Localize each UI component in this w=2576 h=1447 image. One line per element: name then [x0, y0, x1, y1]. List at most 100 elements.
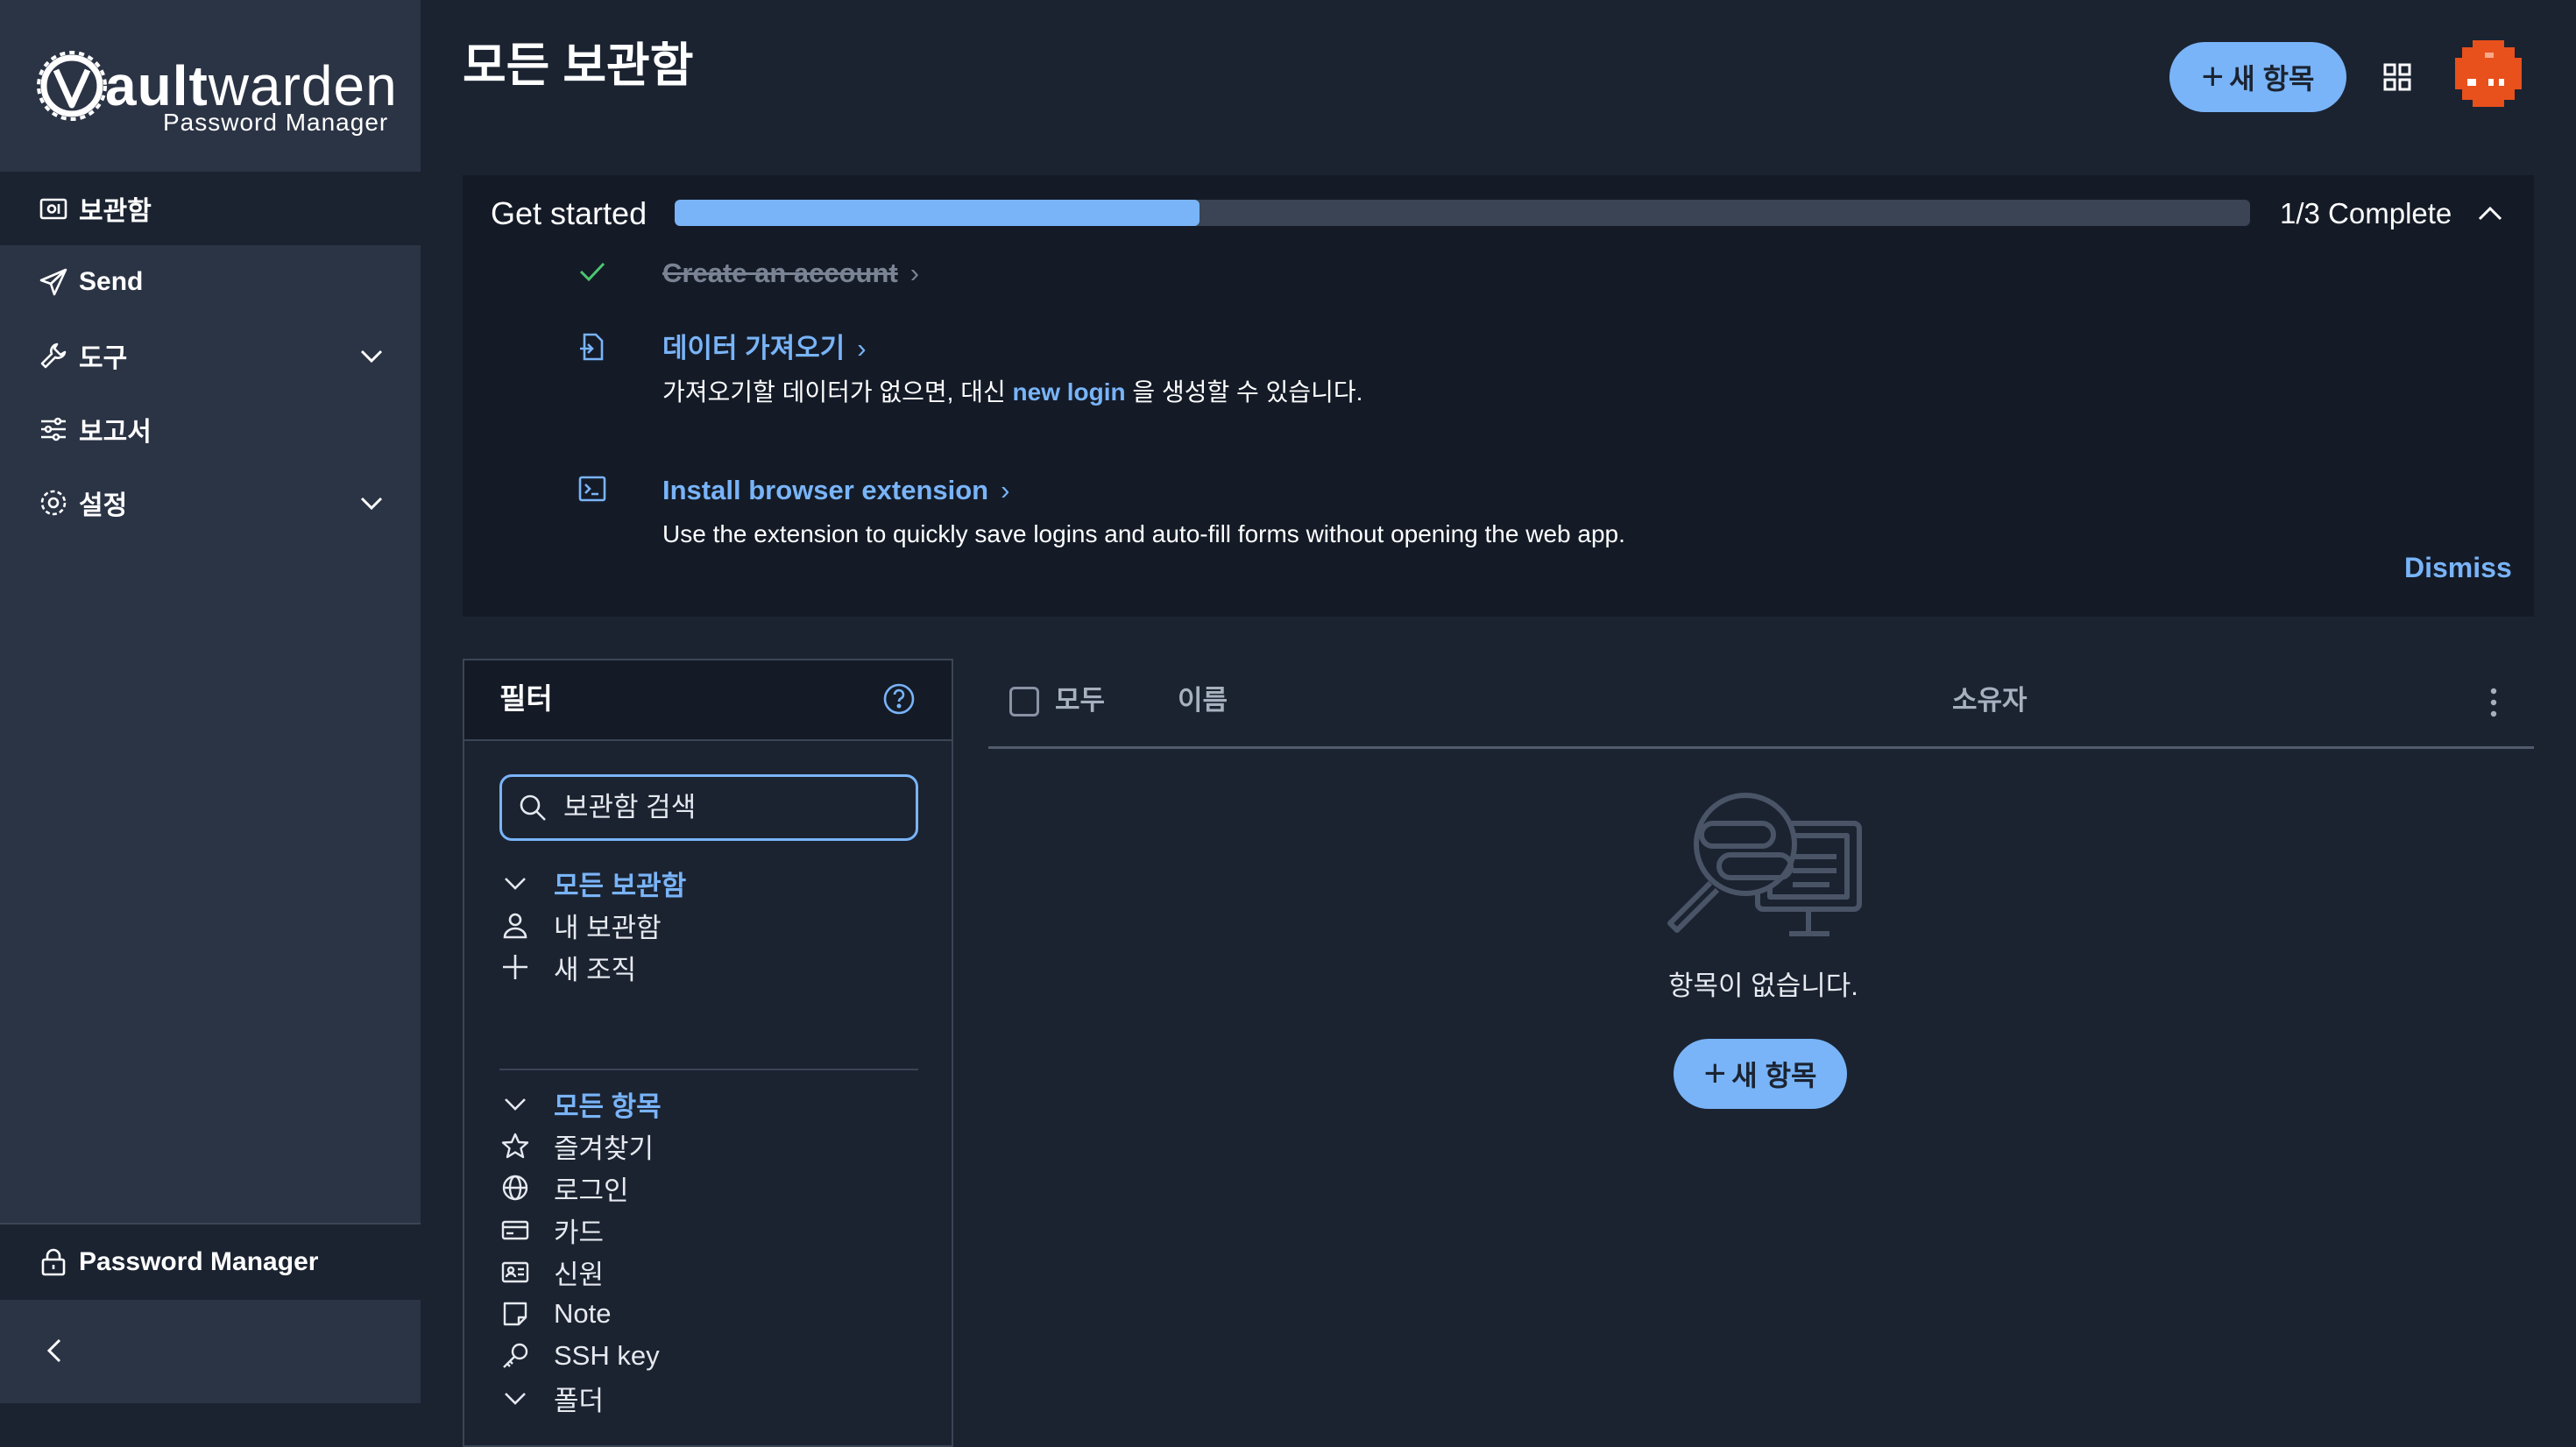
sidebar-item-label: 보관함 — [79, 197, 152, 226]
search-icon — [520, 794, 546, 821]
chevron-down-icon[interactable] — [499, 1382, 531, 1414]
wrench-icon — [39, 341, 68, 371]
get-started-title: Get started — [491, 195, 648, 231]
check-icon — [579, 262, 605, 282]
divider — [499, 1069, 918, 1070]
empty-search-illustration — [1667, 793, 1862, 936]
sidebar-item-label: Send — [79, 267, 144, 296]
logo-subtitle: Password Manager — [163, 109, 389, 136]
filter-note[interactable]: Note — [499, 1293, 920, 1335]
filter-label: 폴더 — [554, 1385, 605, 1416]
search-input[interactable] — [562, 791, 898, 824]
column-header-name[interactable]: 이름 — [1178, 683, 1228, 718]
sidebar-item-settings[interactable]: 설정 — [0, 466, 421, 540]
get-started-progress-bar — [675, 200, 2250, 226]
avatar[interactable] — [2453, 35, 2523, 112]
task-description: Use the extension to quickly save logins… — [662, 520, 1625, 547]
key-icon — [499, 1340, 531, 1372]
select-all-label[interactable]: 모두 — [1055, 683, 1105, 718]
help-icon[interactable] — [881, 681, 916, 716]
type-filter-list: 모든 항목 즐겨찾기 로그인 카드 신원 Note SSH key 폴더 — [499, 1083, 920, 1419]
filter-ssh-key[interactable]: SSH key — [499, 1335, 920, 1377]
product-switcher-password-manager[interactable]: Password Manager — [0, 1223, 421, 1300]
credit-card-icon — [499, 1214, 531, 1246]
filter-header: 필터 — [464, 660, 952, 741]
chevron-up-icon[interactable] — [2474, 198, 2506, 229]
new-login-link[interactable]: new login — [1013, 378, 1126, 406]
filter-login[interactable]: 로그인 — [499, 1167, 920, 1209]
filter-all-vaults[interactable]: 모든 보관함 — [499, 862, 920, 904]
plus-icon — [499, 951, 531, 983]
star-icon — [499, 1130, 531, 1161]
filter-label: 즐겨찾기 — [554, 1133, 655, 1164]
vault-search[interactable] — [499, 774, 918, 841]
sidebar-nav: 보관함 Send 도구 보고서 설정 — [0, 172, 421, 540]
table-header: 모두 이름 소유자 — [988, 662, 2534, 749]
more-options-icon[interactable] — [2485, 685, 2502, 720]
select-all-checkbox[interactable] — [1009, 687, 1039, 716]
filter-title: 필터 — [499, 682, 553, 715]
vault-icon — [39, 194, 68, 223]
filter-label: Note — [554, 1298, 612, 1329]
sidebar-item-vault[interactable]: 보관함 — [0, 172, 421, 245]
filter-label: 모든 보관함 — [554, 870, 687, 901]
logo-gear-icon — [37, 51, 107, 121]
chevron-down-icon[interactable] — [357, 342, 386, 370]
plus-icon: + — [1703, 1052, 1727, 1095]
file-import-icon — [580, 333, 604, 361]
progress-fill — [675, 200, 1200, 226]
import-data-link[interactable]: 데이터 가져오기 › — [662, 331, 867, 366]
filter-card[interactable]: 카드 — [499, 1209, 920, 1251]
sidebar-item-label: 설정 — [79, 491, 128, 520]
filter-label: 모든 항목 — [554, 1091, 662, 1122]
note-icon — [499, 1298, 531, 1330]
chevron-down-icon[interactable] — [357, 489, 386, 517]
empty-state-text: 항목이 없습니다. — [1668, 971, 1858, 1001]
filter-label: 새 조직 — [554, 954, 637, 985]
vault-filter-list: 모든 보관함 내 보관함 새 조직 — [499, 862, 920, 988]
install-extension-link[interactable]: Install browser extension › — [662, 473, 1009, 508]
sidebar: aultwarden Password Manager 보관함 Send 도구 — [0, 0, 421, 1403]
terminal-icon — [578, 476, 606, 502]
globe-icon — [499, 1172, 531, 1203]
filter-identity[interactable]: 신원 — [499, 1251, 920, 1293]
sidebar-item-send[interactable]: Send — [0, 245, 421, 319]
filter-label: 신원 — [554, 1259, 605, 1290]
filter-folders[interactable]: 폴더 — [499, 1377, 920, 1419]
user-icon — [499, 909, 531, 941]
page-title: 모든 보관함 — [463, 39, 694, 92]
sidebar-item-tools[interactable]: 도구 — [0, 319, 421, 392]
filter-my-vault[interactable]: 내 보관함 — [499, 904, 920, 946]
vaultwarden-logo[interactable]: aultwarden Password Manager — [35, 46, 403, 142]
id-card-icon — [499, 1256, 531, 1288]
chevron-left-icon[interactable] — [39, 1335, 70, 1366]
chevron-down-icon[interactable] — [499, 867, 531, 899]
sidebar-item-reports[interactable]: 보고서 — [0, 392, 421, 466]
progress-count: 1/3 Complete — [2280, 197, 2452, 229]
sliders-icon — [39, 414, 68, 444]
filter-label: 카드 — [554, 1217, 605, 1248]
new-item-button-label: 새 항목 — [2229, 63, 2315, 95]
filter-label: 로그인 — [554, 1175, 629, 1206]
filter-label: SSH key — [554, 1340, 660, 1371]
plus-icon: + — [2201, 55, 2225, 98]
gear-icon — [39, 488, 68, 518]
filter-new-org[interactable]: 새 조직 — [499, 946, 920, 988]
dismiss-button[interactable]: Dismiss — [2404, 550, 2512, 585]
chevron-down-icon[interactable] — [499, 1088, 531, 1119]
filter-all-items[interactable]: 모든 항목 — [499, 1083, 920, 1125]
empty-state-new-item-button[interactable]: + 새 항목 — [1674, 1039, 1847, 1109]
get-started-panel: Get started 1/3 Complete Create an accou… — [463, 175, 2534, 617]
filter-label: 내 보관함 — [554, 912, 662, 943]
task-label: Create an account › — [662, 258, 920, 288]
new-item-button[interactable]: + 새 항목 — [2169, 42, 2346, 112]
new-item-button-label: 새 항목 — [1731, 1060, 1817, 1091]
column-header-owner[interactable]: 소유자 — [1952, 683, 2028, 718]
sidebar-item-label: 도구 — [79, 344, 128, 373]
product-switcher-label: Password Manager — [79, 1247, 319, 1276]
lock-icon — [39, 1247, 68, 1277]
send-icon — [39, 267, 68, 297]
filter-favorites[interactable]: 즐겨찾기 — [499, 1125, 920, 1167]
grid-icon[interactable] — [2381, 61, 2413, 93]
task-description: 가져오기할 데이터가 없으면, 대신 new login 을 생성할 수 있습니… — [662, 378, 1363, 406]
